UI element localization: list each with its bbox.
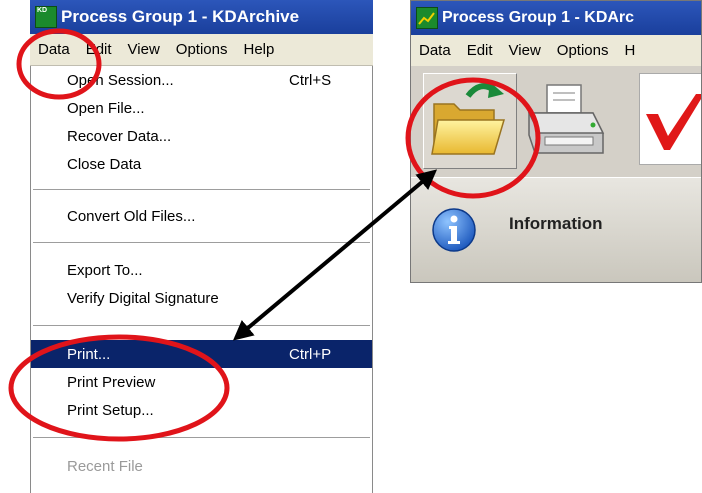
menu-bar: Data Edit View Options Help [30, 34, 373, 66]
app-icon [416, 7, 438, 29]
menu-item-recent-file: Recent File [67, 457, 143, 475]
open-folder-icon [431, 82, 506, 155]
printer-icon [527, 84, 605, 154]
right-window: Process Group 1 - KDArc Data Edit View O… [410, 0, 702, 283]
menu-item-close-data[interactable]: Close Data [31, 150, 372, 178]
information-label: Information [509, 214, 603, 233]
checkmark-icon [646, 94, 701, 150]
menu-data[interactable]: Data [411, 42, 459, 59]
menu-item-print-setup[interactable]: Print Setup... [31, 396, 372, 424]
title-bar: KD Process Group 1 - KDArchive [30, 0, 373, 34]
menu-item-export-to[interactable]: Export To... [31, 256, 372, 284]
menu-item-recover-data[interactable]: Recover Data... [31, 122, 372, 150]
menu-bar: Data Edit View Options H [411, 35, 701, 66]
menu-separator [33, 189, 370, 191]
shortcut-open-session: Ctrl+S [289, 71, 332, 89]
menu-help[interactable]: H [617, 42, 644, 59]
menu-separator [33, 437, 370, 439]
menu-item-print[interactable]: Print... Ctrl+P [31, 340, 372, 368]
title-bar: Process Group 1 - KDArc [411, 1, 701, 35]
menu-options[interactable]: Options [549, 42, 617, 59]
menu-view[interactable]: View [120, 41, 168, 58]
info-icon [432, 208, 476, 252]
data-menu-dropdown: Open Session... Ctrl+S Open File... Reco… [30, 66, 373, 493]
menu-edit[interactable]: Edit [459, 42, 501, 59]
verify-button[interactable] [639, 73, 701, 165]
menu-item-verify-digital-signature[interactable]: Verify Digital Signature [31, 284, 372, 312]
information-bar[interactable]: Information [411, 177, 701, 282]
menu-item-convert-old-files[interactable]: Convert Old Files... [31, 202, 372, 230]
open-session-button[interactable] [423, 73, 517, 169]
menu-item-open-session[interactable]: Open Session... Ctrl+S [31, 66, 372, 94]
left-window: KD Process Group 1 - KDArchive Data Edit… [30, 0, 373, 493]
menu-data[interactable]: Data [30, 41, 78, 58]
menu-item-open-file[interactable]: Open File... [31, 94, 372, 122]
menu-separator [33, 325, 370, 327]
menu-item-print-preview[interactable]: Print Preview [31, 368, 372, 396]
menu-edit[interactable]: Edit [78, 41, 120, 58]
window-title: Process Group 1 - KDArc [442, 9, 635, 26]
menu-separator [33, 242, 370, 244]
toolbar [411, 67, 701, 173]
print-button[interactable] [519, 73, 611, 167]
app-icon: KD [35, 6, 57, 28]
window-title: Process Group 1 - KDArchive [61, 7, 300, 26]
menu-view[interactable]: View [501, 42, 549, 59]
menu-help[interactable]: Help [236, 41, 283, 58]
menu-options[interactable]: Options [168, 41, 236, 58]
shortcut-print: Ctrl+P [289, 345, 332, 363]
